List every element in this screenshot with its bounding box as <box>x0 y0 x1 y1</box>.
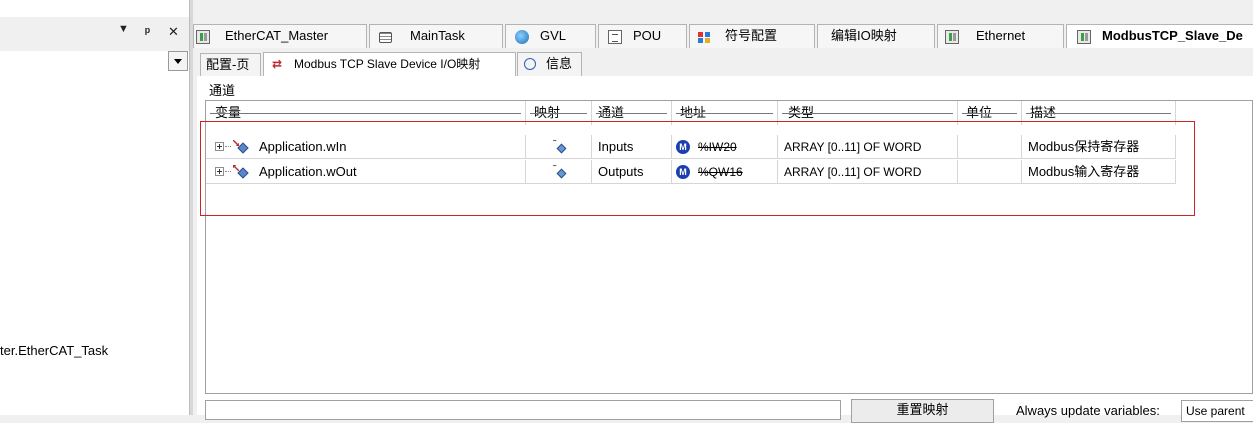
tab-label: 配置-页 <box>206 57 250 72</box>
pin-icon[interactable]: ᵖ <box>145 24 150 39</box>
column-header-type[interactable]: 类型 <box>778 101 958 125</box>
device-icon <box>1077 30 1091 44</box>
mapping-cell[interactable]: ˜ <box>526 160 592 184</box>
mapping-icon: ˜ <box>552 140 568 154</box>
tab-symbol-config[interactable]: 符号配置 <box>689 24 815 48</box>
channel-section-title: 通道 <box>209 83 236 98</box>
io-mapping-table: 变量 映射 通道 地址 类型 单位 描述 Application.wIn ˜ I… <box>205 100 1253 394</box>
description-cell[interactable]: Modbus输入寄存器 <box>1022 160 1176 184</box>
always-update-label: Always update variables: <box>1016 403 1160 418</box>
column-header-address[interactable]: 地址 <box>672 101 778 125</box>
expand-icon[interactable] <box>215 167 224 176</box>
filter-box[interactable] <box>205 400 841 420</box>
tab-label: Ethernet <box>976 28 1026 43</box>
m-badge-icon: M <box>676 165 690 179</box>
tab-label: 信息 <box>546 56 573 71</box>
type-cell: ARRAY [0..11] OF WORD <box>778 135 958 159</box>
tab-label: EtherCAT_Master <box>225 28 329 43</box>
m-badge-icon: M <box>676 140 690 154</box>
variable-name: Application.wOut <box>259 164 357 179</box>
type-cell: ARRAY [0..11] OF WORD <box>778 160 958 184</box>
column-header-mapping[interactable]: 映射 <box>526 101 592 125</box>
address-cell[interactable]: M %QW16 <box>672 160 778 184</box>
left-panel-dropdown[interactable] <box>168 51 188 71</box>
info-icon <box>524 58 536 70</box>
left-panel: ▼ ᵖ ✕ ter.EtherCAT_Task <box>0 0 189 415</box>
symbol-icon <box>697 30 711 44</box>
pou-icon <box>608 30 622 44</box>
table-row[interactable]: Application.wIn ˜ Inputs M %IW20 ARRAY [… <box>206 135 1176 159</box>
tab-io-mapping[interactable]: ⇄ Modbus TCP Slave Device I/O映射 <box>263 52 516 76</box>
tab-pou[interactable]: POU <box>598 24 687 48</box>
tab-gvl[interactable]: GVL <box>505 24 596 48</box>
tab-label: GVL <box>540 28 567 43</box>
tab-ethercat-master[interactable]: EtherCAT_Master <box>193 24 367 48</box>
mapping-icon: ˜ <box>552 165 568 179</box>
column-header-description[interactable]: 描述 <box>1022 101 1176 125</box>
input-variable-icon <box>233 140 249 154</box>
unit-cell[interactable] <box>958 160 1022 184</box>
channel-cell: Inputs <box>592 135 672 159</box>
editor-tab-strip: EtherCAT_Master MainTask GVL POU 符号配置 编辑… <box>193 17 1253 51</box>
expand-icon[interactable] <box>215 142 224 151</box>
tab-edit-io-mapping[interactable]: 编辑IO映射 <box>817 24 935 48</box>
io-mapping-icon: ⇄ <box>272 57 283 71</box>
variable-cell[interactable]: Application.wOut <box>206 160 526 184</box>
reset-mapping-button[interactable]: 重置映射 <box>851 399 994 423</box>
variable-name: Application.wIn <box>259 139 347 154</box>
tab-label: ModbusTCP_Slave_De <box>1102 28 1243 43</box>
tab-label: 编辑IO映射 <box>831 28 897 43</box>
tab-config-page[interactable]: 配置-页 <box>200 53 261 77</box>
left-panel-toolbar: ▼ ᵖ ✕ <box>0 17 189 51</box>
column-header-unit[interactable]: 单位 <box>958 101 1022 125</box>
address-value: %QW16 <box>698 165 743 179</box>
table-row[interactable]: Application.wOut ˜ Outputs M %QW16 ARRAY… <box>206 160 1176 184</box>
device-icon <box>196 30 210 44</box>
task-icon <box>378 30 392 44</box>
address-value: %IW20 <box>698 140 737 154</box>
tab-label: MainTask <box>410 28 465 43</box>
tab-info[interactable]: 信息 <box>517 52 582 76</box>
output-variable-icon <box>233 165 249 179</box>
address-cell[interactable]: M %IW20 <box>672 135 778 159</box>
always-update-select[interactable]: Use parent <box>1181 400 1253 422</box>
globe-icon <box>515 30 529 44</box>
mapping-cell[interactable]: ˜ <box>526 135 592 159</box>
panel-menu-icon[interactable]: ▼ <box>118 23 129 35</box>
tab-label: 符号配置 <box>725 28 778 43</box>
column-header-variable[interactable]: 变量 <box>206 101 526 125</box>
device-icon <box>945 30 959 44</box>
sub-tab-strip: 配置-页 ⇄ Modbus TCP Slave Device I/O映射 信息 <box>193 51 1253 77</box>
tab-label: POU <box>633 28 662 43</box>
unit-cell[interactable] <box>958 135 1022 159</box>
tab-modbustcp-slave-device[interactable]: ModbusTCP_Slave_De <box>1066 24 1253 48</box>
tab-label: Modbus TCP Slave Device I/O映射 <box>294 57 481 71</box>
column-header-channel[interactable]: 通道 <box>592 101 672 125</box>
io-mapping-panel: 通道 变量 映射 通道 地址 类型 单位 描述 Application.wIn … <box>197 76 1253 415</box>
tab-ethernet[interactable]: Ethernet <box>937 24 1064 48</box>
chevron-down-icon <box>174 59 182 64</box>
tree-node-ethercat-task[interactable]: ter.EtherCAT_Task <box>0 343 108 358</box>
close-icon[interactable]: ✕ <box>168 24 179 40</box>
tab-maintask[interactable]: MainTask <box>369 24 503 48</box>
channel-cell: Outputs <box>592 160 672 184</box>
variable-cell[interactable]: Application.wIn <box>206 135 526 159</box>
description-cell[interactable]: Modbus保持寄存器 <box>1022 135 1176 159</box>
